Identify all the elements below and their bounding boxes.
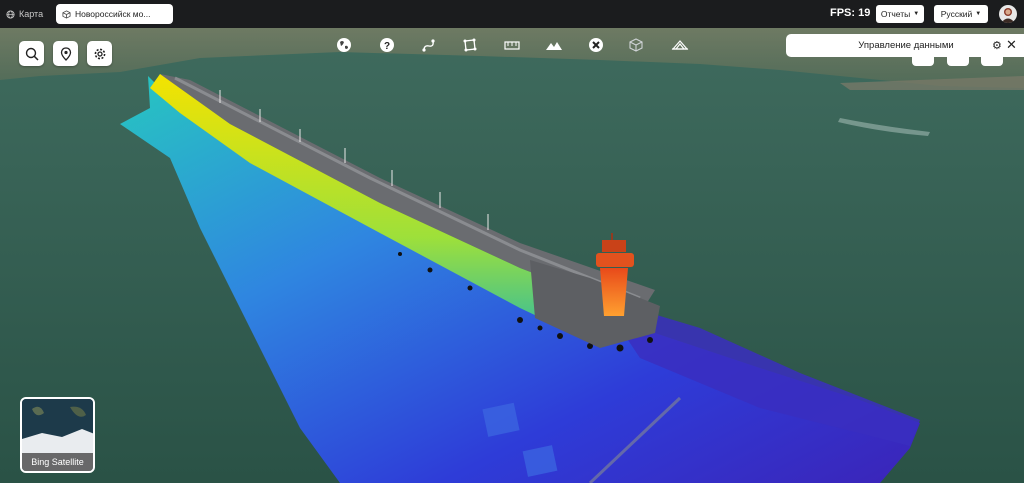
slope-icon (671, 40, 689, 50)
tab-map-label: Карта (19, 9, 44, 19)
tab-map[interactable]: Карта (6, 5, 43, 23)
3d-scene-viewport[interactable] (0, 28, 1024, 483)
tool-profile-ruler[interactable] (502, 35, 522, 55)
language-label: Русский (940, 9, 973, 19)
tool-close[interactable] (586, 35, 606, 55)
box-volume-icon (629, 38, 643, 52)
close-circle-icon (589, 38, 603, 52)
panel-tool-button[interactable] (947, 57, 969, 66)
language-dropdown[interactable]: Русский ▼ (934, 5, 988, 23)
route-measure-icon (422, 39, 435, 52)
gear-icon[interactable]: ⚙ (992, 39, 1002, 52)
location-pin-icon (60, 46, 71, 61)
tab-novorossiysk-label: Новороссийск мо... (75, 9, 151, 19)
terrain-icon (546, 42, 562, 50)
profile-ruler-icon (504, 41, 520, 50)
basemap-label: Bing Satellite (22, 453, 93, 471)
svg-text:?: ? (384, 41, 390, 52)
tool-slope[interactable] (670, 35, 690, 55)
panel-tool-button[interactable] (912, 57, 934, 66)
user-avatar[interactable] (999, 5, 1017, 23)
cube-icon (62, 9, 71, 19)
chevron-down-icon: ▼ (913, 11, 920, 17)
globe-icon (6, 9, 15, 19)
location-button[interactable] (53, 41, 78, 66)
basemap-switcher[interactable]: Bing Satellite (20, 397, 95, 473)
globe-icon (337, 38, 351, 52)
top-bar: Карта Новороссийск мо... FPS: 19 Отчеты … (0, 0, 1024, 28)
polygon-area-icon (463, 38, 477, 52)
tool-polygon-area[interactable] (460, 35, 480, 55)
tool-route-measure[interactable] (419, 35, 439, 55)
tool-globe[interactable] (334, 35, 354, 55)
reports-dropdown[interactable]: Отчеты ▼ (876, 5, 924, 23)
chevron-down-icon: ▼ (975, 11, 982, 17)
tool-help[interactable]: ? (377, 35, 397, 55)
tool-box-volume[interactable] (626, 35, 646, 55)
tab-novorossiysk[interactable]: Новороссийск мо... (56, 4, 173, 24)
fps-counter: FPS: 19 (830, 7, 871, 19)
search-button[interactable] (19, 41, 44, 66)
reports-label: Отчеты (880, 9, 911, 19)
search-icon (25, 47, 39, 61)
close-icon[interactable]: ✕ (1006, 37, 1017, 53)
settings-gear-icon (94, 48, 105, 59)
tool-terrain[interactable] (544, 35, 564, 55)
data-management-panel: Управление данными ⚙ ✕ (786, 34, 1024, 57)
data-management-title: Управление данными (858, 40, 954, 51)
settings-button[interactable] (87, 41, 112, 66)
panel-tool-button[interactable] (981, 57, 1003, 66)
help-icon: ? (380, 38, 394, 52)
